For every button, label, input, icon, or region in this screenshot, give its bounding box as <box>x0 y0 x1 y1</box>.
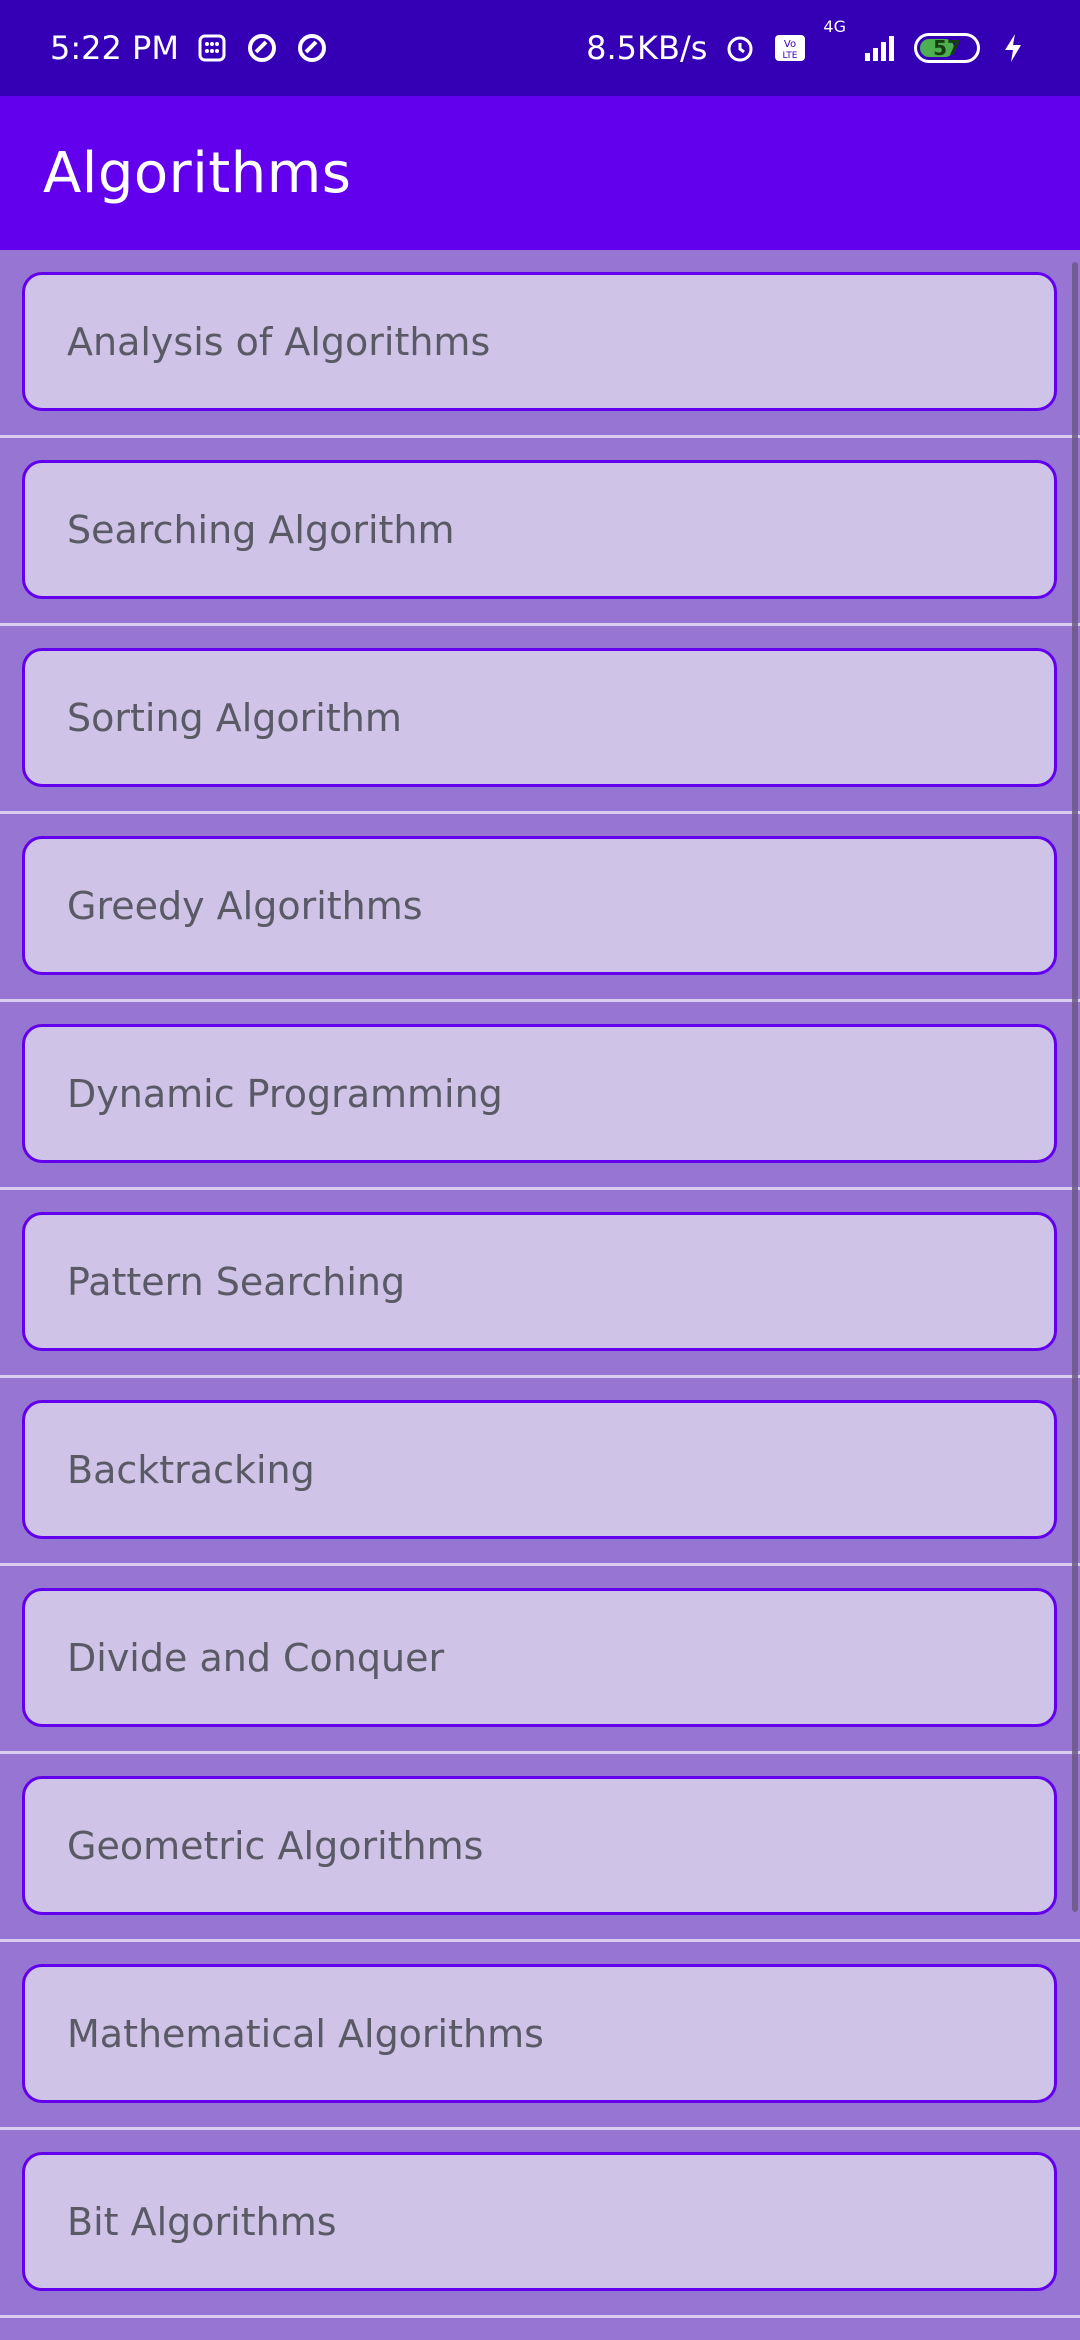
status-bar: 5:22 PM 8.5KB/s Vo LTE 4G 57 <box>0 0 1080 96</box>
algorithm-card[interactable]: Bit Algorithms <box>22 2152 1057 2291</box>
list-item: Sorting Algorithm <box>0 626 1080 814</box>
scrollbar[interactable] <box>1072 262 1078 1912</box>
sync-icon <box>245 31 279 65</box>
charging-icon <box>996 31 1030 65</box>
list-item: Greedy Algorithms <box>0 814 1080 1002</box>
algorithm-card[interactable]: Dynamic Programming <box>22 1024 1057 1163</box>
svg-text:Vo: Vo <box>784 39 796 50</box>
algorithm-list[interactable]: Analysis of Algorithms Searching Algorit… <box>0 250 1080 2340</box>
list-item: Searching Algorithm <box>0 438 1080 626</box>
algorithm-card[interactable]: Geometric Algorithms <box>22 1776 1057 1915</box>
svg-text:LTE: LTE <box>783 51 798 61</box>
list-item: Backtracking <box>0 1378 1080 1566</box>
status-time: 5:22 PM <box>50 29 179 67</box>
algorithm-card[interactable]: Backtracking <box>22 1400 1057 1539</box>
algorithm-card[interactable]: Pattern Searching <box>22 1212 1057 1351</box>
app-bar: Algorithms <box>0 96 1080 250</box>
algorithm-card[interactable]: Sorting Algorithm <box>22 648 1057 787</box>
list-item: Mathematical Algorithms <box>0 1942 1080 2130</box>
list-item: Bit Algorithms <box>0 2130 1080 2318</box>
status-bar-left: 5:22 PM <box>50 29 329 67</box>
page-title: Algorithms <box>43 140 352 206</box>
network-speed: 8.5KB/s <box>586 29 708 67</box>
algorithm-card[interactable]: Searching Algorithm <box>22 460 1057 599</box>
list-item: Pattern Searching <box>0 1190 1080 1378</box>
battery-icon: 57 <box>914 33 980 63</box>
algorithm-card[interactable]: Mathematical Algorithms <box>22 1964 1057 2103</box>
algorithm-card[interactable]: Greedy Algorithms <box>22 836 1057 975</box>
list-item: Dynamic Programming <box>0 1002 1080 1190</box>
sync-icon <box>295 31 329 65</box>
list-item: Analysis of Algorithms <box>0 250 1080 438</box>
alarm-icon <box>723 31 757 65</box>
calculator-icon <box>195 31 229 65</box>
algorithm-card[interactable]: Analysis of Algorithms <box>22 272 1057 411</box>
list-item: Geometric Algorithms <box>0 1754 1080 1942</box>
status-bar-right: 8.5KB/s Vo LTE 4G 57 <box>586 19 1030 67</box>
network-type: 4G <box>823 17 846 36</box>
list-item: Divide and Conquer <box>0 1566 1080 1754</box>
algorithm-card[interactable]: Divide and Conquer <box>22 1588 1057 1727</box>
signal-icon <box>862 31 898 65</box>
battery-level: 57 <box>933 36 961 60</box>
volte-icon: Vo LTE <box>773 31 807 65</box>
